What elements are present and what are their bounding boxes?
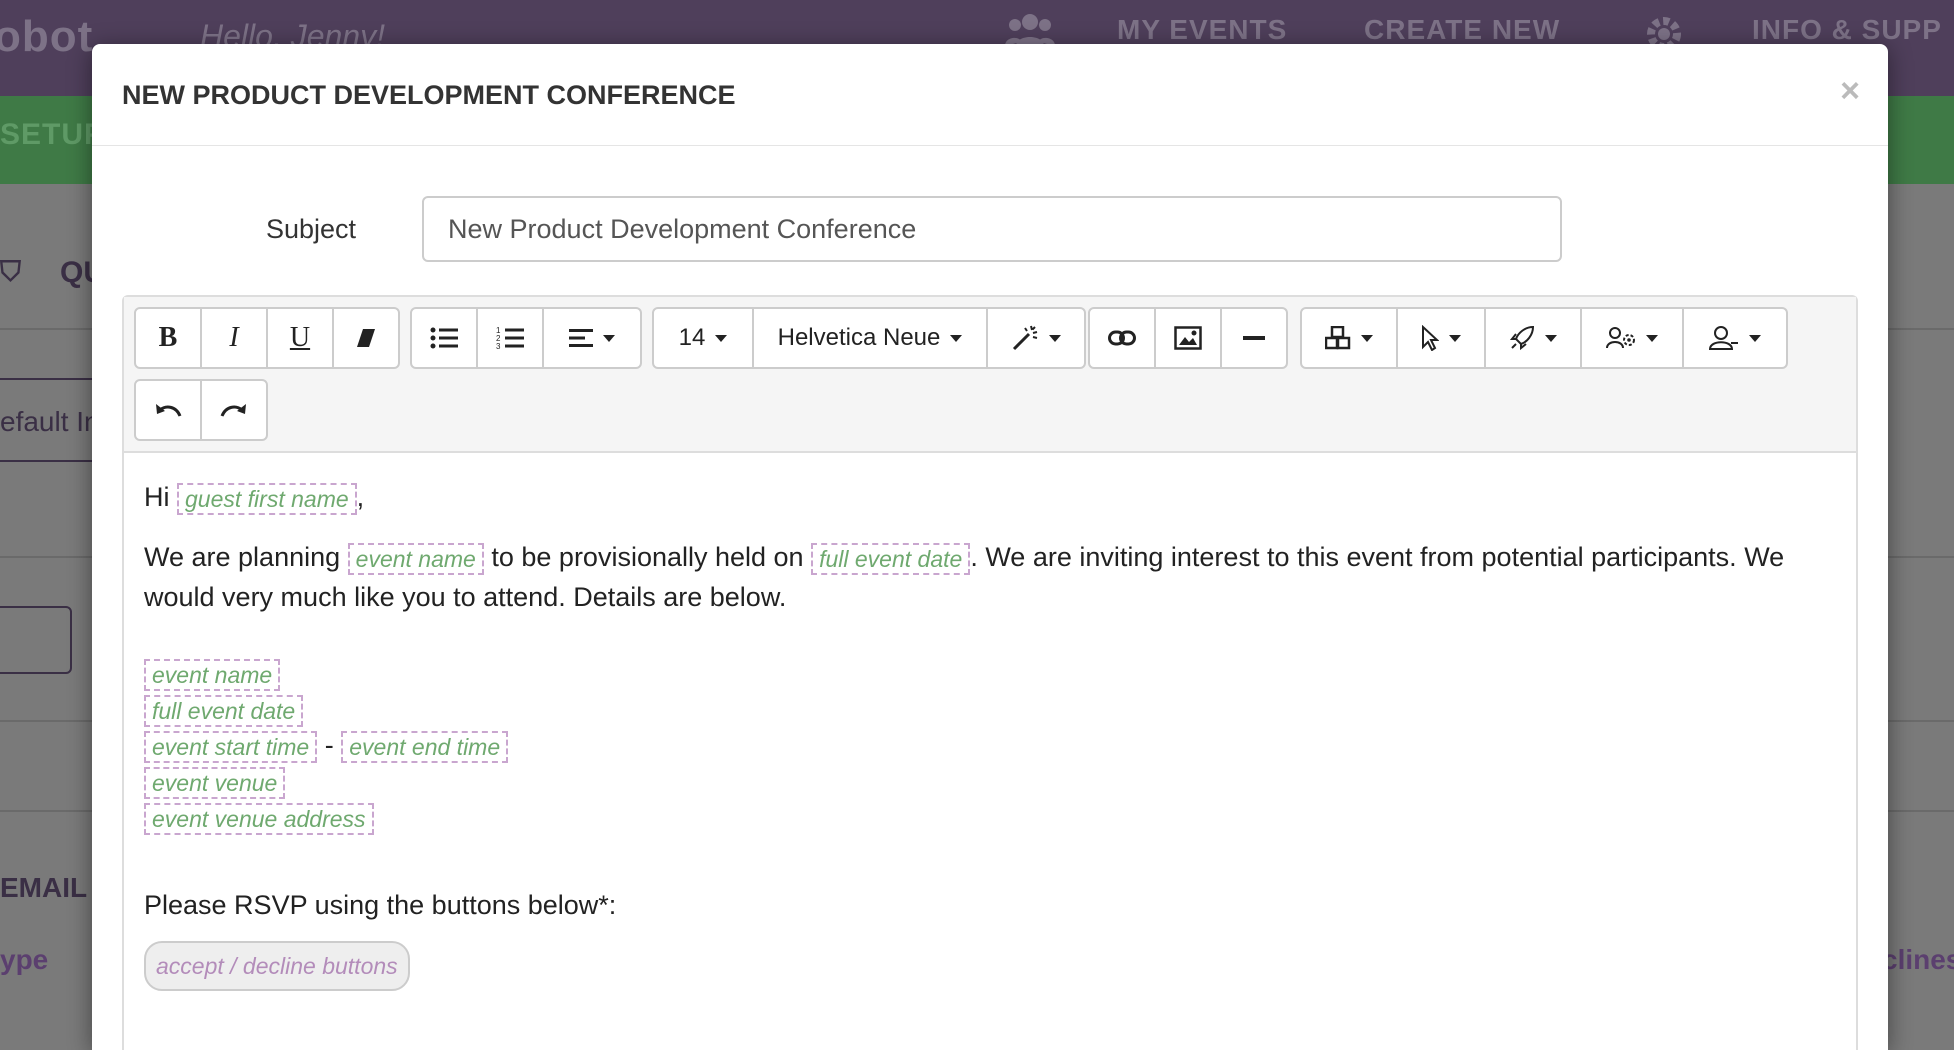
intro-text-2: to be provisionally held on [491, 542, 804, 572]
chevron-down-icon [1749, 334, 1761, 342]
special-group [1300, 307, 1788, 369]
setup-label: SETUP [0, 118, 106, 151]
intro-text-1: We are planning [144, 542, 341, 572]
modal-title: NEW PRODUCT DEVELOPMENT CONFERENCE [122, 80, 736, 110]
chevron-down-icon [1545, 334, 1557, 342]
merge-tag-event-venue[interactable]: event venue [144, 767, 286, 799]
font-group: 14 Helvetica Neue [652, 307, 1086, 369]
greeting-suffix: , [356, 482, 365, 512]
cubes-icon [1325, 326, 1351, 350]
clear-format-button[interactable] [334, 309, 398, 367]
merge-tag-event-venue-address[interactable]: event venue address [144, 803, 374, 835]
subject-input[interactable] [422, 196, 1562, 262]
magic-wand-icon [1012, 325, 1038, 351]
pointer-dropdown[interactable] [1398, 309, 1486, 367]
rsvp-paragraph: Please RSVP using the buttons below*: [144, 885, 1836, 925]
event-time-row: event start time - event end time [144, 731, 1836, 763]
unordered-list-button[interactable] [412, 309, 478, 367]
merge-tag-event-end-time[interactable]: event end time [341, 731, 509, 763]
image-icon [1174, 326, 1202, 350]
merge-tag-guest-first-name[interactable]: guest first name [177, 482, 357, 515]
merge-tag-full-event-date[interactable]: full event date [811, 542, 971, 575]
style-magic-dropdown[interactable] [988, 309, 1084, 367]
align-dropdown[interactable] [544, 309, 640, 367]
greeting-line: Hi guest first name, [144, 477, 1836, 517]
modal-header: NEW PRODUCT DEVELOPMENT CONFERENCE × [92, 44, 1888, 146]
email-modal: NEW PRODUCT DEVELOPMENT CONFERENCE × Sub… [92, 44, 1888, 1050]
guest-dropdown[interactable] [1684, 309, 1786, 367]
intro-paragraph: We are planning event name to be provisi… [144, 537, 1836, 617]
insert-group [1088, 307, 1288, 369]
font-size-dropdown[interactable]: 14 [654, 309, 754, 367]
font-style-group: B I U [134, 307, 400, 369]
event-details: event name full event date event start t… [144, 659, 1836, 835]
font-family-value: Helvetica Neue [777, 324, 941, 351]
users-gear-icon [1606, 327, 1635, 349]
redo-icon [220, 404, 246, 417]
merge-tag-accept-decline-buttons[interactable]: accept / decline buttons [144, 941, 410, 991]
rsvp-text: Please RSVP using the buttons below*: [144, 890, 617, 920]
user-icon [1709, 326, 1738, 350]
bg-fragment-type: ype [0, 944, 49, 975]
italic-icon: I [229, 322, 239, 353]
nav-my-events[interactable]: MY EVENTS [1117, 14, 1287, 46]
close-icon[interactable]: × [1840, 74, 1860, 108]
font-size-value: 14 [678, 324, 706, 351]
horizontal-rule-icon [1243, 336, 1265, 340]
chevron-down-icon [1646, 334, 1658, 342]
unordered-list-icon [430, 327, 458, 349]
ordered-list-icon: 123 [496, 326, 524, 350]
time-separator: - [324, 730, 334, 761]
italic-button[interactable]: I [202, 309, 268, 367]
editor-toolbar: B I U 123 14 Helvetica Neue [124, 297, 1856, 453]
svg-text:3: 3 [496, 342, 501, 350]
chevron-down-icon [603, 334, 615, 342]
bold-button[interactable]: B [136, 309, 202, 367]
link-icon [1108, 330, 1136, 346]
undo-icon [156, 404, 182, 417]
rocket-icon [1509, 325, 1535, 351]
merge-tag-event-start-time[interactable]: event start time [144, 731, 318, 763]
font-family-dropdown[interactable]: Helvetica Neue [754, 309, 988, 367]
cursor-icon [1422, 325, 1439, 351]
bg-fragment-declines: clines [1882, 944, 1954, 975]
nav-info-support[interactable]: INFO & SUPP [1752, 14, 1942, 46]
chevron-down-icon [1449, 334, 1461, 342]
chevron-down-icon [1361, 334, 1373, 342]
app-logo: obot [0, 12, 94, 61]
chevron-down-icon [715, 334, 728, 342]
undo-button[interactable] [136, 381, 202, 439]
bold-icon: B [158, 322, 178, 353]
align-left-icon [569, 329, 593, 347]
subject-label: Subject [266, 214, 357, 244]
rich-text-editor: B I U 123 14 Helvetica Neue Hi guest fir… [122, 295, 1858, 1050]
bg-person-button[interactable] [0, 606, 72, 674]
chevron-down-icon [950, 334, 963, 342]
underline-icon: U [289, 322, 311, 353]
greeting-prefix: Hi [144, 482, 170, 512]
paragraph-group: 123 [410, 307, 642, 369]
insert-link-button[interactable] [1090, 309, 1156, 367]
horizontal-rule-button[interactable] [1222, 309, 1286, 367]
launch-dropdown[interactable] [1486, 309, 1582, 367]
editor-content[interactable]: Hi guest first name, We are planning eve… [124, 453, 1856, 1015]
merge-tag-event-name[interactable]: event name [144, 659, 281, 691]
merge-tag-event-name[interactable]: event name [347, 542, 484, 575]
bg-fragment-email: EMAIL [0, 872, 88, 903]
merge-fields-dropdown[interactable] [1302, 309, 1398, 367]
rsvp-buttons-row: accept / decline buttons [144, 941, 1836, 991]
eraser-icon [357, 329, 375, 347]
underline-button[interactable]: U [268, 309, 334, 367]
nav-create-new[interactable]: CREATE NEW [1364, 14, 1560, 46]
chevron-down-icon [1049, 334, 1061, 342]
history-group [134, 379, 268, 441]
bg-fragment-icon: ⛉ [0, 256, 22, 287]
redo-button[interactable] [202, 381, 266, 439]
ordered-list-button[interactable]: 123 [478, 309, 544, 367]
merge-tag-full-event-date[interactable]: full event date [144, 695, 304, 727]
insert-image-button[interactable] [1156, 309, 1222, 367]
settings-dropdown[interactable] [1582, 309, 1684, 367]
